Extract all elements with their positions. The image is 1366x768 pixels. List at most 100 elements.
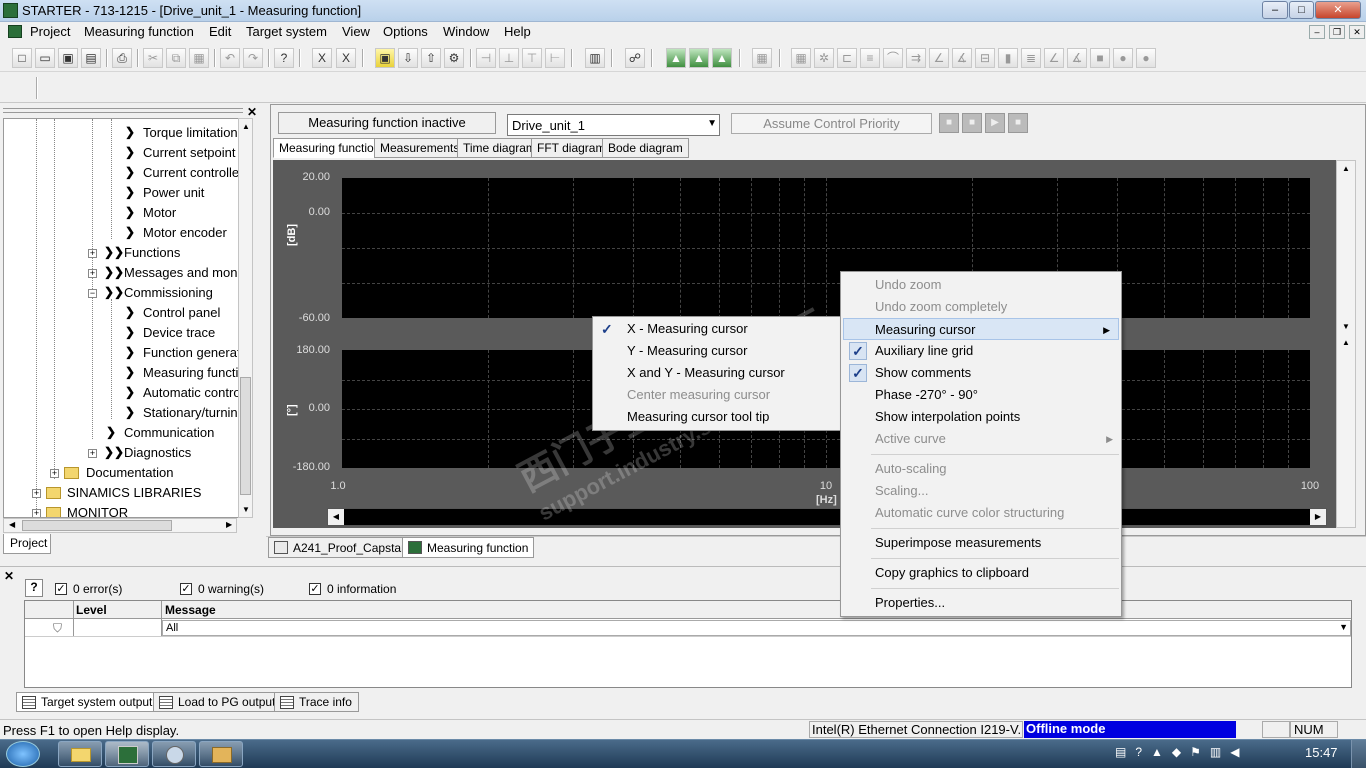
chart-tool-8-icon[interactable]: ∡: [952, 48, 972, 68]
tree-item-measuring-function[interactable]: Measuring function: [143, 365, 240, 380]
new-icon[interactable]: □: [12, 48, 32, 68]
tab-target-system-output[interactable]: Target system output: [16, 692, 160, 712]
app3-taskbar-button[interactable]: [152, 741, 196, 767]
explorer-taskbar-button[interactable]: [58, 741, 102, 767]
minimize-button[interactable]: –: [1262, 1, 1288, 19]
tree-item-torque-limitation[interactable]: Torque limitation: [143, 125, 238, 140]
tab-bode-diagram[interactable]: Bode diagram: [602, 138, 689, 158]
chart-tool-5-icon[interactable]: ⌒: [883, 48, 903, 68]
errors-checkbox[interactable]: ✓: [55, 583, 67, 595]
system-tray-icons[interactable]: ▤?▲◆⚑▥◀: [1115, 745, 1295, 763]
tab-project[interactable]: Project: [3, 534, 51, 554]
tree-item-function-generator[interactable]: Function generator: [143, 345, 240, 360]
chart-tool-9-icon[interactable]: ⊟: [975, 48, 995, 68]
doc-close-button[interactable]: ✕: [1349, 25, 1365, 39]
menu-item-phase-range[interactable]: Phase -270° - 90°: [841, 384, 1121, 406]
copy-icon[interactable]: ⧉: [166, 48, 186, 68]
expert-list-e-icon[interactable]: X: [336, 48, 356, 68]
tree-item-motor-encoder[interactable]: Motor encoder: [143, 225, 227, 240]
drive-select[interactable]: Drive_unit_1 ▼: [507, 114, 720, 136]
menu-item-auxiliary-grid[interactable]: ✓ Auxiliary line grid: [841, 340, 1121, 362]
tree-hscroll-thumb[interactable]: [22, 520, 172, 531]
target-device-icon[interactable]: ⚙: [444, 48, 464, 68]
menu-item-curve-color[interactable]: Automatic curve color structuring: [841, 502, 1121, 524]
menu-view[interactable]: View: [342, 24, 370, 39]
open-icon[interactable]: ▭: [35, 48, 55, 68]
play-icon[interactable]: ▶: [985, 113, 1005, 133]
menu-item-auto-scaling[interactable]: Auto-scaling: [841, 458, 1121, 480]
tree-item-control-panel[interactable]: Control panel: [143, 305, 220, 320]
tab-trace-info[interactable]: Trace info: [274, 692, 359, 712]
tree-horizontal-scrollbar[interactable]: ◀ ▶: [3, 518, 237, 533]
menu-item-scaling[interactable]: Scaling...: [841, 480, 1121, 502]
layout-icon[interactable]: ▦: [752, 48, 772, 68]
app4-taskbar-button[interactable]: [199, 741, 243, 767]
menu-window[interactable]: Window: [443, 24, 489, 39]
menu-item-center-cursor[interactable]: Center measuring cursor: [593, 384, 840, 406]
upload-icon[interactable]: ⇧: [421, 48, 441, 68]
menu-help[interactable]: Help: [504, 24, 531, 39]
menu-item-copy-graphics[interactable]: Copy graphics to clipboard: [841, 562, 1121, 584]
chart-tool-11-icon[interactable]: ≣: [1021, 48, 1041, 68]
tree-vertical-scrollbar[interactable]: ▲ ▼: [238, 118, 253, 518]
doc-restore-button[interactable]: ❐: [1329, 25, 1345, 39]
expand-messages-icon[interactable]: +: [88, 269, 97, 278]
information-checkbox[interactable]: ✓: [309, 583, 321, 595]
chevron-down-icon[interactable]: ▼: [1339, 622, 1348, 632]
menu-target-system[interactable]: Target system: [246, 24, 327, 39]
tree-item-current-setpoint[interactable]: Current setpoint: [143, 145, 236, 160]
start-button[interactable]: [6, 741, 40, 767]
warnings-checkbox[interactable]: ✓: [180, 583, 192, 595]
redo-icon[interactable]: ↷: [243, 48, 263, 68]
plot-horizontal-scrollbar[interactable]: ◀ ▶: [327, 508, 1327, 526]
menu-edit[interactable]: Edit: [209, 24, 231, 39]
menu-project[interactable]: Project: [30, 24, 70, 39]
chart-tool-15-icon[interactable]: ●: [1113, 48, 1133, 68]
tab-measuring-function[interactable]: Measuring function: [273, 138, 387, 158]
chart-tool-16-icon[interactable]: ●: [1136, 48, 1156, 68]
tab-measurements[interactable]: Measurements: [374, 138, 466, 158]
doc-minimize-button[interactable]: –: [1309, 25, 1325, 39]
chart-tool-3-icon[interactable]: ⊏: [837, 48, 857, 68]
download-icon[interactable]: ⇩: [398, 48, 418, 68]
plot-vertical-scrollbar[interactable]: ▲ ▼ ▲: [1336, 160, 1356, 528]
help-icon[interactable]: ?: [25, 579, 43, 597]
device-tool-4-icon[interactable]: ⊢: [545, 48, 565, 68]
chart-tool-14-icon[interactable]: ■: [1090, 48, 1110, 68]
show-desktop-button[interactable]: [1351, 740, 1366, 768]
tree-item-functions[interactable]: Functions: [124, 245, 180, 260]
connect-target-icon[interactable]: ▣: [375, 48, 395, 68]
menu-measuring-function[interactable]: Measuring function: [84, 24, 194, 39]
measure-bode-icon[interactable]: ▲: [712, 48, 732, 68]
tree-item-messages[interactable]: Messages and monitoring: [124, 265, 240, 280]
device-tool-1-icon[interactable]: ⊣: [476, 48, 496, 68]
menu-item-x-cursor[interactable]: ✓ X - Measuring cursor: [593, 318, 840, 340]
message-filter-select[interactable]: All ▼: [162, 620, 1351, 636]
starter-taskbar-button[interactable]: [105, 741, 149, 767]
tab-time-diagram[interactable]: Time diagram: [457, 138, 542, 158]
menu-item-undo-zoom-completely[interactable]: Undo zoom completely: [841, 296, 1121, 318]
tab-fft-diagram[interactable]: FFT diagram: [531, 138, 612, 158]
column-level[interactable]: Level: [76, 603, 107, 617]
tree-item-diagnostics[interactable]: Diagnostics: [124, 445, 191, 460]
print-icon[interactable]: ⎙: [112, 48, 132, 68]
expand-documentation-icon[interactable]: +: [50, 469, 59, 478]
close-button[interactable]: ✕: [1315, 1, 1361, 19]
tree-item-motor[interactable]: Motor: [143, 205, 176, 220]
close-navigator-icon[interactable]: ✕: [247, 105, 257, 119]
record-icon[interactable]: ■: [1008, 113, 1028, 133]
tree-item-current-controller[interactable]: Current controller: [143, 165, 240, 180]
chevron-down-icon[interactable]: ▼: [707, 118, 717, 129]
menu-item-y-cursor[interactable]: Y - Measuring cursor: [593, 340, 840, 362]
tree-item-stationary-turning[interactable]: Stationary/turning: [143, 405, 240, 420]
expand-libraries-icon[interactable]: +: [32, 489, 41, 498]
save-compile-icon[interactable]: ▤: [81, 48, 101, 68]
tree-item-monitor[interactable]: MONITOR: [67, 505, 128, 517]
menu-item-superimpose[interactable]: Superimpose measurements: [841, 532, 1121, 554]
menu-item-properties[interactable]: Properties...: [841, 592, 1121, 614]
cut-icon[interactable]: ✂: [143, 48, 163, 68]
menu-item-active-curve[interactable]: Active curve ▶: [841, 428, 1121, 450]
accessible-nodes-icon[interactable]: ☍: [625, 48, 645, 68]
measure-start-icon[interactable]: ▲: [666, 48, 686, 68]
tree-item-power-unit[interactable]: Power unit: [143, 185, 204, 200]
